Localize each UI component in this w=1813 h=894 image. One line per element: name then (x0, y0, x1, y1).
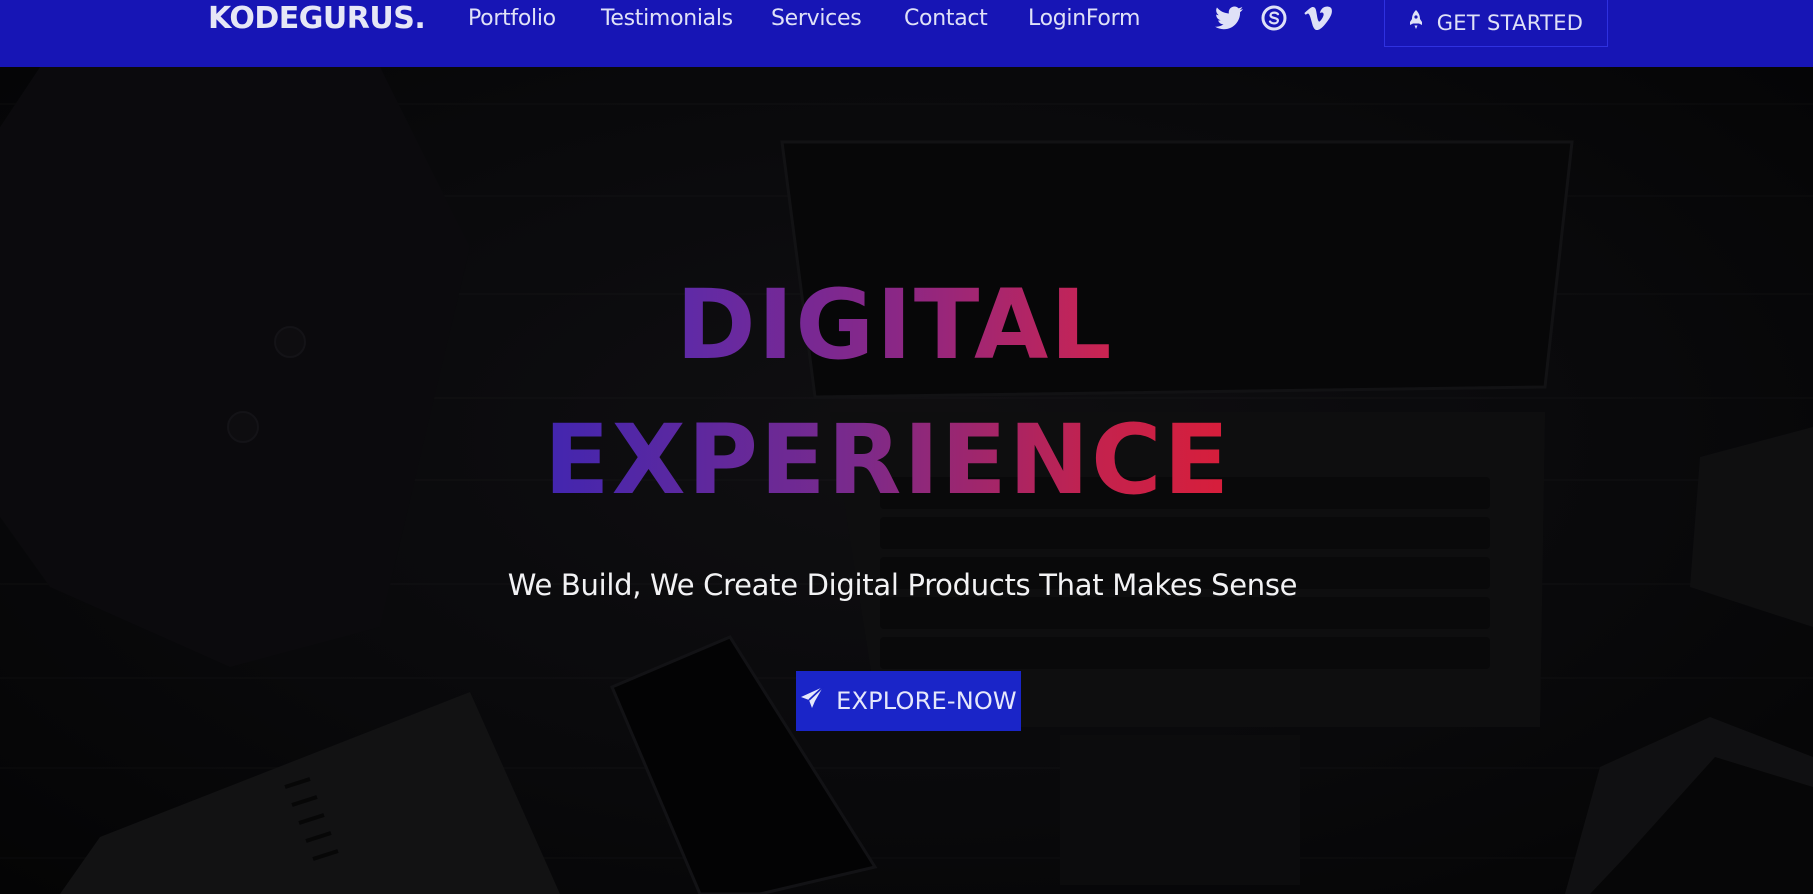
brand-logo[interactable]: KODEGURUS. (208, 0, 426, 37)
hero-title-line1: DIGITAL (676, 269, 1114, 381)
page: KODEGURUS. Portfolio Testimonials Servic… (0, 0, 1813, 894)
explore-now-button[interactable]: EXPLORE-NOW (796, 671, 1021, 731)
nav-link-portfolio[interactable]: Portfolio (468, 0, 556, 37)
hero-subtitle: We Build, We Create Digital Products Tha… (507, 568, 1298, 602)
explore-now-label: EXPLORE-NOW (836, 687, 1017, 715)
get-started-label: GET STARTED (1436, 10, 1584, 35)
rocket-icon (1409, 10, 1423, 35)
get-started-button[interactable]: GET STARTED (1384, 0, 1608, 47)
nav-link-contact[interactable]: Contact (904, 0, 988, 37)
skype-icon[interactable] (1259, 4, 1289, 32)
nav-link-services[interactable]: Services (771, 0, 862, 37)
nav-link-testimonials[interactable]: Testimonials (601, 0, 733, 37)
hero-title-line2: EXPERIENCE (544, 404, 1232, 516)
paper-plane-icon (800, 686, 824, 716)
twitter-icon[interactable] (1214, 4, 1244, 32)
vimeo-icon[interactable] (1303, 4, 1333, 32)
nav-link-loginform[interactable]: LoginForm (1028, 0, 1140, 37)
top-navbar: KODEGURUS. Portfolio Testimonials Servic… (0, 0, 1813, 67)
